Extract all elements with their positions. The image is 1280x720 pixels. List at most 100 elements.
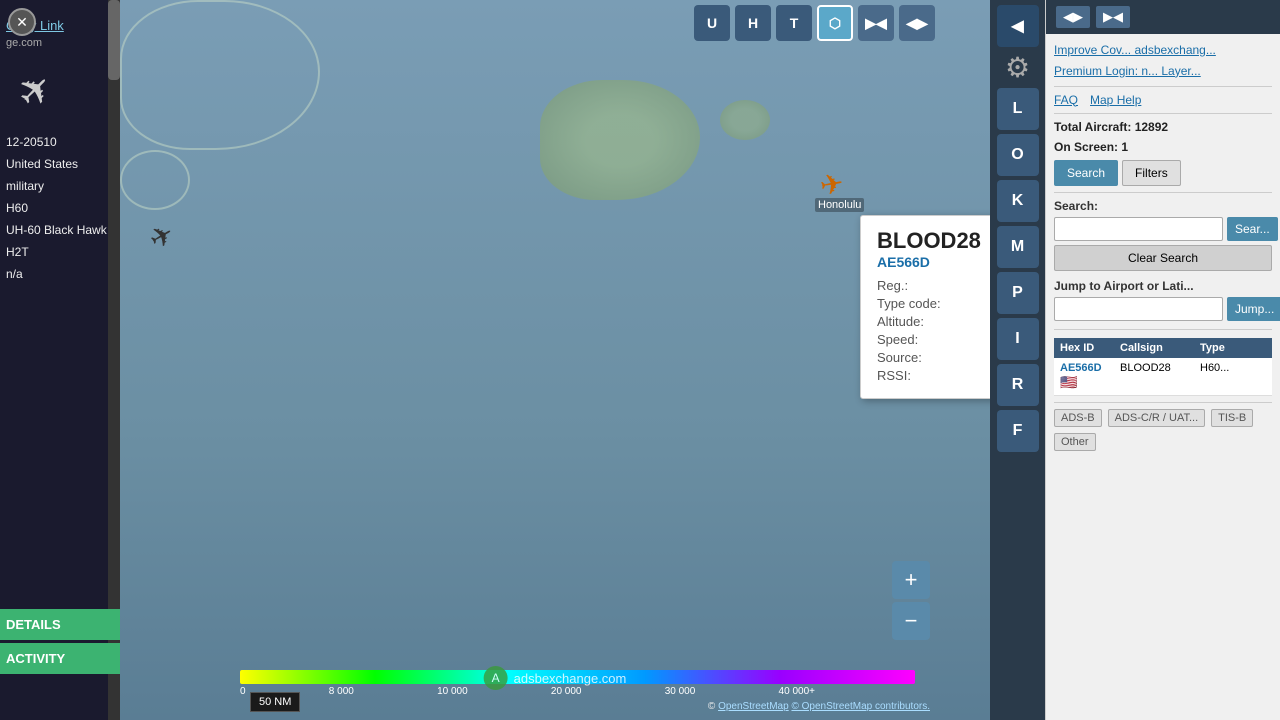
popup-row-reg: Reg.: 12-20510 bbox=[877, 278, 990, 293]
popup-row-type: Type code: H60 bbox=[877, 296, 990, 311]
details-button[interactable]: DETAILS bbox=[0, 609, 120, 640]
faq-link[interactable]: FAQ bbox=[1054, 93, 1078, 107]
tab-buttons: Search Filters bbox=[1054, 160, 1272, 186]
jump-input-row: Jump... bbox=[1054, 297, 1272, 321]
scale-30k: 30 000 bbox=[665, 686, 696, 697]
aircraft-category: military bbox=[0, 175, 120, 197]
settings-icon[interactable]: ⚙ bbox=[1005, 51, 1030, 84]
links-row: FAQ Map Help bbox=[1054, 93, 1272, 107]
premium-login-link[interactable]: Premium Login: n... Layer... bbox=[1054, 63, 1272, 80]
search-button[interactable]: Sear... bbox=[1227, 217, 1278, 241]
popup-type-label: Type code: bbox=[877, 296, 941, 311]
aircraft-full-name: UH-60 Black Hawk bbox=[0, 219, 120, 241]
col-header-type: Type bbox=[1194, 338, 1234, 358]
search-input[interactable] bbox=[1054, 217, 1223, 241]
island-small bbox=[720, 100, 770, 140]
watermark-text: adsbexchange.com bbox=[514, 671, 627, 686]
map-btn-layers[interactable]: ⬡ bbox=[817, 5, 853, 41]
header-nav-right[interactable]: ▶◀ bbox=[1096, 6, 1130, 28]
header-nav-left[interactable]: ◀▶ bbox=[1056, 6, 1090, 28]
watermark-logo: A bbox=[484, 666, 508, 690]
table-row[interactable]: AE566D 🇺🇸 BLOOD28 H60... bbox=[1054, 358, 1272, 396]
sidebar-btn-p[interactable]: P bbox=[997, 272, 1039, 314]
scale-8k: 8 000 bbox=[329, 686, 354, 697]
source-tag-adsc[interactable]: ADS-C/R / UAT... bbox=[1108, 409, 1206, 427]
popup-speed-label: Speed: bbox=[877, 332, 918, 347]
island-ring-small bbox=[120, 150, 190, 210]
sidebar-collapse-btn[interactable]: ◀ bbox=[997, 5, 1039, 47]
sidebar-btn-r[interactable]: R bbox=[997, 364, 1039, 406]
island-ring-main bbox=[120, 0, 320, 150]
source-tag-other[interactable]: Other bbox=[1054, 433, 1096, 451]
jump-input[interactable] bbox=[1054, 297, 1223, 321]
search-input-row: Sear... bbox=[1054, 217, 1272, 241]
on-screen-value: 1 bbox=[1121, 140, 1128, 154]
scale-40k: 40 000+ bbox=[779, 686, 815, 697]
aircraft-icon-large: ✈ bbox=[8, 63, 64, 119]
zoom-out-button[interactable]: − bbox=[892, 602, 930, 640]
improve-coverage-link[interactable]: Improve Cov... adsbexchang... bbox=[1054, 42, 1272, 59]
clear-search-button[interactable]: Clear Search bbox=[1054, 245, 1272, 271]
popup-hex: AE566D bbox=[877, 254, 990, 270]
popup-row-source: Source: TIS-B bbox=[877, 350, 990, 365]
col-header-callsign: Callsign bbox=[1114, 338, 1194, 358]
popup-source-label: Source: bbox=[877, 350, 922, 365]
table-header: Hex ID Callsign Type bbox=[1054, 338, 1272, 358]
on-screen-row: On Screen: 1 bbox=[1054, 140, 1272, 154]
aircraft-marker-main[interactable]: ✈ bbox=[817, 166, 846, 203]
attribution-text: © OpenStreetMap contributors. bbox=[791, 701, 930, 712]
close-button[interactable]: ✕ bbox=[8, 8, 36, 36]
popup-rssi-label: RSSI: bbox=[877, 368, 911, 383]
map-area[interactable]: ✈ ✈ Honolulu BLOOD28 AE566D Reg.: 12-205… bbox=[120, 0, 990, 720]
source-tag-tisb[interactable]: TIS-B bbox=[1211, 409, 1253, 427]
tab-search[interactable]: Search bbox=[1054, 160, 1118, 186]
domain-text: ge.com bbox=[0, 35, 120, 51]
activity-button[interactable]: ACTIVITY bbox=[0, 643, 120, 674]
sidebar-btn-f[interactable]: F bbox=[997, 410, 1039, 452]
map-btn-nav-fwd[interactable]: ▶◀ bbox=[858, 5, 894, 41]
search-section: Search: Sear... Clear Search bbox=[1054, 199, 1272, 271]
distance-indicator: 50 NM bbox=[250, 692, 300, 712]
aircraft-type-code: H60 bbox=[0, 197, 120, 219]
attribution: © OpenStreetMap © OpenStreetMap contribu… bbox=[708, 701, 930, 712]
sidebar-btn-k[interactable]: K bbox=[997, 180, 1039, 222]
map-btn-u[interactable]: U bbox=[694, 5, 730, 41]
aircraft-squawk: H2T bbox=[0, 241, 120, 263]
table-type-val: H60... bbox=[1194, 358, 1234, 395]
scale-10k: 10 000 bbox=[437, 686, 468, 697]
sidebar-btn-i[interactable]: I bbox=[997, 318, 1039, 360]
search-label: Search: bbox=[1054, 199, 1098, 213]
island-main bbox=[540, 80, 700, 200]
sidebar-btn-l[interactable]: L bbox=[997, 88, 1039, 130]
popup-callsign: BLOOD28 bbox=[877, 228, 990, 254]
aircraft-marker-2: ✈ bbox=[143, 216, 180, 256]
source-tag-adsb[interactable]: ADS-B bbox=[1054, 409, 1102, 427]
right-sidebar: ◀ ⚙ L O K M P I R F bbox=[990, 0, 1045, 720]
sidebar-btn-o[interactable]: O bbox=[997, 134, 1039, 176]
divider-1 bbox=[1054, 86, 1272, 87]
map-btn-nav-bck[interactable]: ◀▶ bbox=[899, 5, 935, 41]
attribution-link[interactable]: OpenStreetMap bbox=[718, 701, 789, 712]
sidebar-btn-m[interactable]: M bbox=[997, 226, 1039, 268]
table-section: Hex ID Callsign Type AE566D 🇺🇸 BLOOD28 H… bbox=[1054, 338, 1272, 396]
source-tags-row: ADS-B ADS-C/R / UAT... TIS-B Other bbox=[1054, 409, 1272, 451]
divider-3 bbox=[1054, 192, 1272, 193]
jump-button[interactable]: Jump... bbox=[1227, 297, 1280, 321]
divider-4 bbox=[1054, 329, 1272, 330]
map-btn-h[interactable]: H bbox=[735, 5, 771, 41]
map-btn-t[interactable]: T bbox=[776, 5, 812, 41]
scroll-thumb[interactable] bbox=[108, 0, 120, 80]
right-panel: ◀▶ ▶◀ Improve Cov... adsbexchang... Prem… bbox=[1045, 0, 1280, 720]
jump-label: Jump to Airport or Lati... bbox=[1054, 279, 1194, 293]
on-screen-label: On Screen: bbox=[1054, 140, 1118, 154]
hex-value: AE566D bbox=[1060, 362, 1102, 374]
flag-icon: 🇺🇸 bbox=[1060, 374, 1077, 390]
tab-filters[interactable]: Filters bbox=[1122, 160, 1181, 186]
map-help-link[interactable]: Map Help bbox=[1090, 93, 1141, 107]
table-hex-val: AE566D 🇺🇸 bbox=[1054, 358, 1114, 395]
popup-row-speed: Speed: 24 kt bbox=[877, 332, 990, 347]
zoom-in-button[interactable]: + bbox=[892, 561, 930, 599]
watermark: A adsbexchange.com bbox=[484, 666, 627, 690]
popup-row-alt: Altitude: 1000 ft bbox=[877, 314, 990, 329]
total-aircraft-value: 12892 bbox=[1135, 120, 1168, 134]
